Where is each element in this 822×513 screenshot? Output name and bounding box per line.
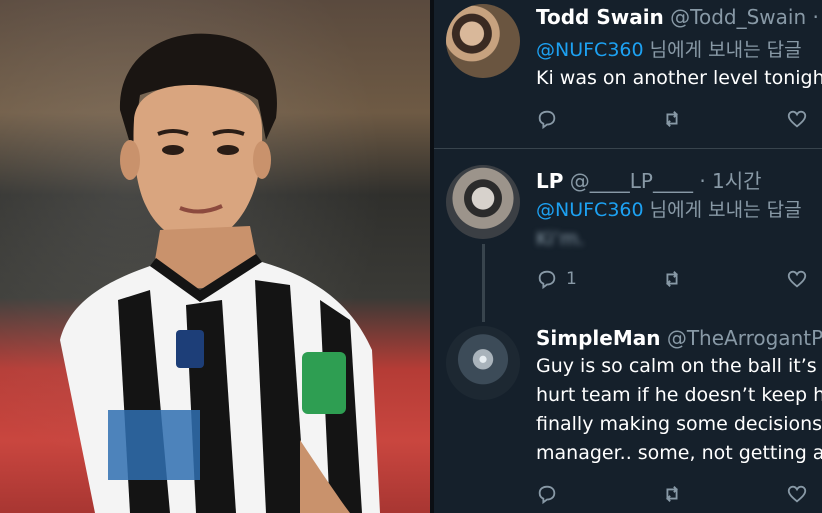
like-button[interactable] — [786, 481, 808, 507]
user-name[interactable]: LP — [536, 169, 563, 193]
mention-link[interactable]: @NUFC360 — [536, 39, 644, 61]
user-name[interactable]: Todd Swain — [536, 5, 664, 29]
reply-suffix: 님에게 보내는 답글 — [643, 199, 802, 221]
retweet-button[interactable] — [661, 266, 683, 292]
reply-suffix: 님에게 보내는 답글 — [643, 39, 802, 61]
tweet-text: Ki was on another level tonigh — [536, 67, 822, 89]
reply-icon — [538, 110, 556, 130]
user-name[interactable]: SimpleMan — [536, 326, 660, 350]
tweet-text: Ki’m. — [536, 228, 585, 250]
tweet-text-line: Guy is so calm on the ball it’s — [536, 355, 817, 377]
tweet-header: LP @____LP____ · 1시간 — [536, 165, 762, 194]
user-handle[interactable]: @Todd_Swain · 1 — [670, 5, 822, 29]
mention-link[interactable]: @NUFC360 — [536, 199, 644, 221]
player-figure — [60, 33, 380, 513]
like-icon — [787, 110, 807, 128]
tweet[interactable]: SimpleMan @TheArrogantPrik Guy is so cal… — [434, 310, 822, 513]
tweet[interactable]: Todd Swain @Todd_Swain · 1 @NUFC360 님에게 … — [434, 0, 822, 148]
twitter-feed: Todd Swain @Todd_Swain · 1 @NUFC360 님에게 … — [434, 0, 822, 513]
avatar[interactable] — [446, 326, 520, 400]
retweet-button[interactable] — [661, 106, 683, 132]
tweet-header: Todd Swain @Todd_Swain · 1 — [536, 5, 822, 29]
avatar[interactable] — [446, 4, 520, 78]
player-photo — [0, 0, 430, 513]
reply-icon — [538, 485, 556, 505]
like-button[interactable] — [786, 106, 808, 132]
reply-context: @NUFC360 님에게 보내는 답글 — [536, 195, 802, 222]
tweet-actions — [536, 106, 822, 132]
tweet[interactable]: LP @____LP____ · 1시간 @NUFC360 님에게 보내는 답글… — [434, 149, 822, 309]
retweet-icon — [666, 271, 678, 287]
reply-count: 1 — [566, 269, 577, 289]
like-icon — [787, 485, 807, 503]
avatar[interactable] — [446, 165, 520, 239]
tweet-actions: 1 — [536, 266, 822, 292]
retweet-button[interactable] — [661, 481, 683, 507]
reply-button[interactable] — [536, 481, 566, 507]
retweet-icon — [666, 486, 678, 502]
tweet-actions — [536, 481, 822, 507]
retweet-icon — [666, 111, 678, 127]
reply-context: @NUFC360 님에게 보내는 답글 — [536, 35, 802, 62]
user-handle[interactable]: @TheArrogantPrik — [667, 326, 822, 350]
reply-button[interactable] — [536, 106, 566, 132]
tweet-text-line: manager.. some, not getting a — [536, 442, 822, 464]
like-icon — [787, 270, 807, 288]
user-handle[interactable]: @____LP____ · 1시간 — [570, 169, 762, 193]
reply-button[interactable]: 1 — [536, 266, 577, 292]
like-button[interactable] — [786, 266, 808, 292]
reply-icon — [538, 270, 556, 290]
tweet-header: SimpleMan @TheArrogantPrik — [536, 326, 822, 350]
tweet-text-line: hurt team if he doesn’t keep h — [536, 384, 822, 406]
tweet-text-line: finally making some decisions — [536, 413, 822, 435]
